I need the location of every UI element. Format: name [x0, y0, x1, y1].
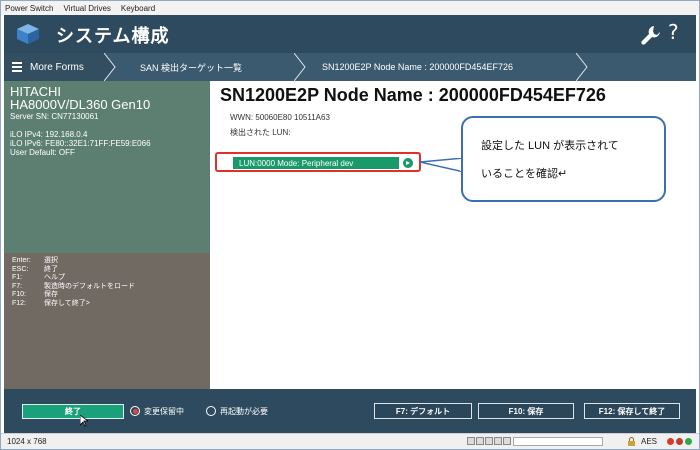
radio-off-icon: [206, 406, 216, 416]
ilo-ipv4: iLO IPv4: 192.168.0.4: [10, 130, 88, 139]
wrench-icon[interactable]: [640, 24, 662, 46]
lun-entry-button[interactable]: LUN:0000 Mode: Peripheral dev: [233, 157, 399, 169]
reboot-required-indicator: 再起動が必要: [206, 405, 268, 417]
record-icon[interactable]: [494, 437, 502, 445]
help-row: F7: 製造時のデフォルトをロード: [12, 282, 135, 290]
key-help-panel: Enter: 選択 ESC: 終了 F1: ヘルプ F7: 製造時のデフォルトをロード …: [4, 253, 210, 389]
hamburger-icon: [12, 60, 22, 74]
help-row: Enter: 選択: [12, 257, 58, 264]
led-red-icon: [667, 438, 674, 445]
ilo-ipv6: iLO IPv6: FE80::32E1:71FF:FE59:E066: [10, 139, 151, 148]
breadcrumb-separator: [104, 53, 116, 81]
radio-on-icon: [130, 406, 140, 416]
callout-line-1: 設定した LUN が表示されて: [481, 140, 619, 152]
changes-pending-label: 変更保留中: [144, 406, 184, 416]
lun-highlight-box: LUN:0000 Mode: Peripheral dev: [215, 152, 421, 172]
led-green-icon: [685, 438, 692, 445]
bottom-action-bar: 終了 変更保留中 再起動が必要 F7: デフォルト F10: 保存 F12: 保…: [4, 389, 696, 433]
server-info-panel: HITACHI HA8000V/DL360 Gen10 Server SN: C…: [4, 81, 210, 253]
menu-power-switch[interactable]: Power Switch: [5, 4, 53, 13]
changes-pending-indicator: 変更保留中: [130, 405, 184, 417]
status-leds: [667, 438, 694, 445]
server-model: HA8000V/DL360 Gen10: [10, 97, 151, 112]
f7-default-button[interactable]: F7: デフォルト: [374, 403, 472, 419]
title-bar: システム構成 ?: [4, 15, 696, 53]
more-forms-label: More Forms: [30, 61, 84, 73]
resolution-readout: 1024 x 768: [7, 437, 47, 446]
more-forms-button[interactable]: More Forms: [4, 53, 104, 81]
question-mark-icon[interactable]: ?: [668, 20, 679, 44]
breadcrumb-separator: [294, 53, 306, 81]
server-serial: Server SN: CN77130061: [10, 112, 99, 121]
cube-logo-icon: [17, 24, 39, 44]
breadcrumb-node-name[interactable]: SN1200E2P Node Name : 200000FD454EF726: [322, 53, 513, 81]
annotation-callout: 設定した LUN が表示されて いることを確認↵: [461, 116, 666, 202]
breadcrumb-separator: [576, 53, 588, 81]
led-red-icon: [676, 438, 683, 445]
wwn-value: WWN: 50060E80 10511A63: [230, 113, 330, 122]
pause-icon[interactable]: [476, 437, 484, 445]
breadcrumb-san-targets[interactable]: SAN 検出ターゲット一覧: [140, 53, 242, 81]
arrow-right-circle-icon[interactable]: [403, 158, 413, 168]
callout-line-2: いることを確認↵: [481, 168, 568, 180]
lock-icon: [628, 437, 635, 446]
f12-save-exit-button[interactable]: F12: 保存して終了: [584, 403, 680, 419]
exit-button[interactable]: 終了: [22, 404, 124, 419]
page-title: SN1200E2P Node Name : 200000FD454EF726: [220, 85, 606, 105]
media-controls: [467, 437, 512, 445]
help-row: F12: 保存して終了>: [12, 299, 90, 307]
mouse-cursor-icon: [80, 415, 88, 427]
encryption-readout: AES: [641, 437, 658, 446]
callout-pointer: [420, 158, 464, 172]
reboot-required-label: 再起動が必要: [220, 406, 268, 416]
menu-keyboard[interactable]: Keyboard: [121, 4, 155, 13]
playback-progress: [513, 437, 603, 446]
help-row: F10: 保存: [12, 291, 58, 298]
f10-save-button[interactable]: F10: 保存: [478, 403, 574, 419]
help-row: F1: ヘルプ: [12, 274, 65, 281]
app-title: システム構成: [56, 26, 170, 46]
console-status-bar: 1024 x 768 AES: [1, 433, 699, 449]
menu-virtual-drives[interactable]: Virtual Drives: [63, 4, 110, 13]
remote-console-menubar: Power Switch Virtual Drives Keyboard: [1, 1, 699, 15]
detected-lun-label: 検出された LUN:: [230, 128, 291, 137]
navigation-bar: More Forms SAN 検出ターゲット一覧 SN1200E2P Node …: [4, 53, 696, 81]
stop-icon[interactable]: [503, 437, 511, 445]
play-icon[interactable]: [467, 437, 475, 445]
user-default: User Default: OFF: [10, 148, 75, 157]
step-icon[interactable]: [485, 437, 493, 445]
help-row: ESC: 終了: [12, 265, 58, 273]
